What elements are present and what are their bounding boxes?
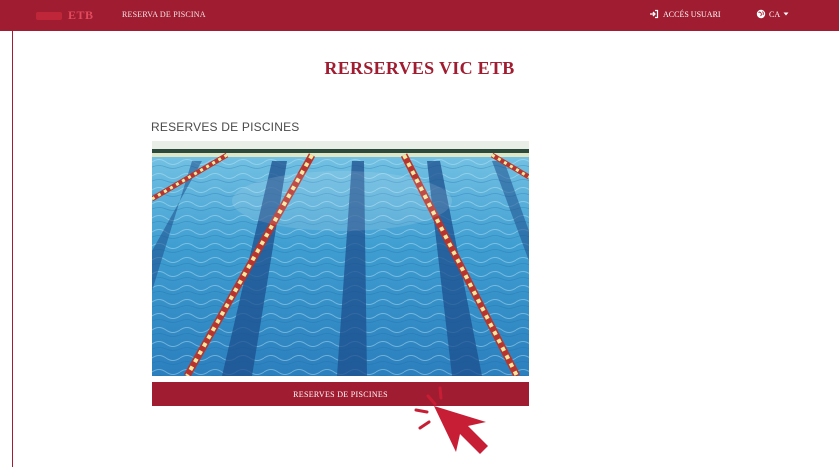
language-selector[interactable]: CA (756, 9, 789, 19)
user-access-link[interactable]: ACCÉS USUARI (649, 9, 721, 19)
page-title: RERSERVES VIC ETB (324, 58, 515, 78)
user-access-label: ACCÉS USUARI (663, 9, 721, 19)
language-label: CA (769, 9, 781, 19)
swimming-pool-image (152, 141, 529, 376)
brand-logo-mark (36, 12, 62, 20)
brand-logo-text: ETB (68, 8, 94, 22)
caret-down-icon (783, 12, 789, 16)
globe-icon (756, 9, 766, 19)
hand-pointer-icon (414, 386, 488, 454)
login-icon (650, 9, 659, 19)
section-heading: RESERVES DE PISCINES (151, 120, 300, 134)
nav-app-title[interactable]: RESERVA DE PISCINA (122, 10, 206, 19)
brand-logo[interactable]: ETB (28, 8, 108, 24)
top-navbar: ETB RESERVA DE PISCINA ACCÉS USUARI CA (0, 0, 839, 31)
